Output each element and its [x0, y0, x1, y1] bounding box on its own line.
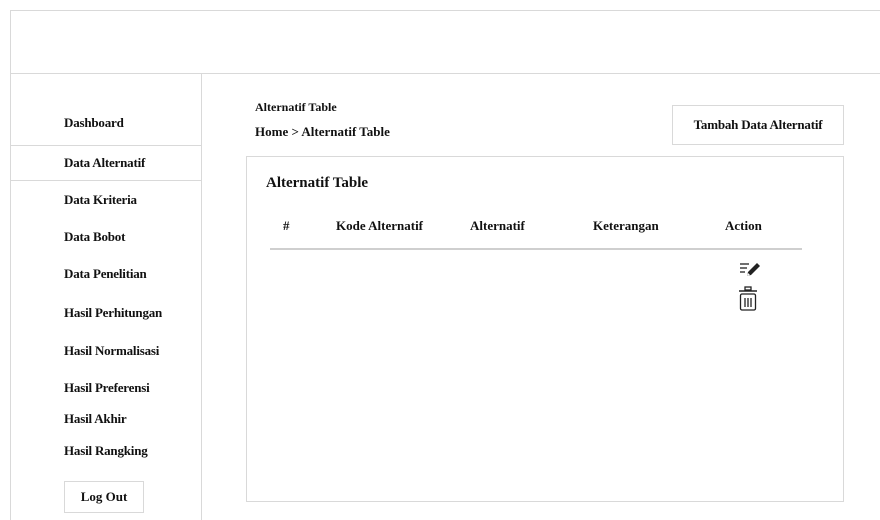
table-header-divider: [270, 248, 802, 250]
sidebar-item-hasil-akhir[interactable]: Hasil Akhir: [10, 411, 202, 427]
sidebar-item-hasil-rangking[interactable]: Hasil Rangking: [10, 443, 202, 459]
sidebar-item-hasil-preferensi[interactable]: Hasil Preferensi: [10, 380, 202, 396]
sidebar-item-data-bobot[interactable]: Data Bobot: [10, 229, 202, 245]
sidebar-item-data-kriteria[interactable]: Data Kriteria: [10, 192, 202, 208]
sidebar-item-data-penelitian[interactable]: Data Penelitian: [10, 266, 202, 282]
column-header-kode-alternatif: Kode Alternatif: [336, 218, 424, 233]
sidebar-item-data-alternatif[interactable]: Data Alternatif: [10, 145, 202, 181]
column-header-number: #: [283, 218, 290, 233]
sidebar: Dashboard Data Alternatif Data Kriteria …: [10, 74, 202, 520]
top-bar: [10, 10, 880, 74]
sidebar-item-hasil-perhitungan[interactable]: Hasil Perhitungan: [10, 305, 202, 321]
sidebar-item-label: Data Alternatif: [64, 155, 146, 170]
table-card: [246, 156, 844, 502]
column-header-alternatif: Alternatif: [470, 218, 525, 233]
logout-button[interactable]: Log Out: [64, 481, 144, 513]
sidebar-item-hasil-normalisasi[interactable]: Hasil Normalisasi: [10, 343, 202, 359]
table-title: Alternatif Table: [266, 175, 369, 191]
page-title: Alternatif Table: [255, 100, 337, 114]
column-header-action: Action: [725, 218, 762, 233]
sidebar-item-dashboard[interactable]: Dashboard: [10, 115, 202, 131]
column-header-keterangan: Keterangan: [593, 218, 659, 233]
edit-icon[interactable]: [739, 261, 761, 279]
add-alternatif-button[interactable]: Tambah Data Alternatif: [672, 105, 844, 145]
breadcrumb[interactable]: Home > Alternatif Table: [255, 124, 390, 140]
trash-icon[interactable]: [738, 286, 758, 312]
